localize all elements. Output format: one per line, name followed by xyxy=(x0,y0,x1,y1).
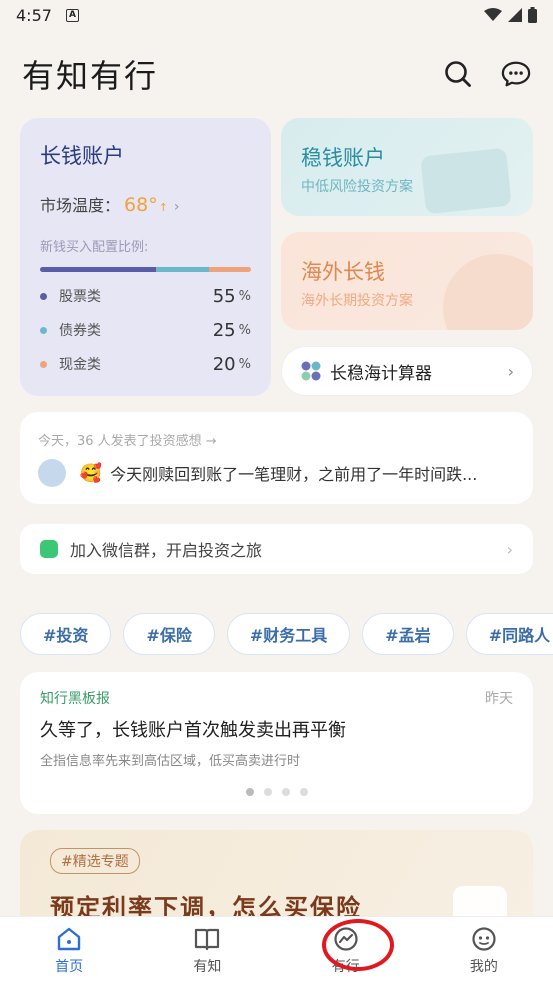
overseas-account-subtitle: 海外长期投资方案 xyxy=(301,293,413,309)
tab-label: 首页 xyxy=(55,958,84,975)
featured-topic-badge: #精选专题 xyxy=(50,848,140,874)
battery-icon xyxy=(528,7,537,23)
carousel-dot[interactable] xyxy=(281,788,290,796)
tag-invest[interactable]: #投资 xyxy=(20,613,112,655)
temperature-up-arrow-icon: ↑ xyxy=(158,201,168,214)
blackboard-date: 昨天 xyxy=(485,691,513,707)
cash-dot-icon xyxy=(40,360,47,368)
overseas-account-title: 海外长钱 xyxy=(301,260,385,284)
blackboard-category: 知行黑板报 xyxy=(40,691,110,707)
allocation-label: 现金类 xyxy=(59,357,101,373)
long-account-title: 长钱账户 xyxy=(40,144,124,168)
chevron-right-icon: › xyxy=(173,199,180,215)
chevron-right-icon: › xyxy=(506,539,513,559)
stable-account-subtitle: 中低风险投资方案 xyxy=(301,179,413,195)
allocation-row-bonds: 债券类 25 % xyxy=(40,319,251,341)
blackboard-header: 知行黑板报 昨天 xyxy=(40,688,513,708)
allocation-unit: % xyxy=(238,288,251,304)
header-actions xyxy=(443,59,531,89)
tag-finance-tools[interactable]: #财务工具 xyxy=(226,613,351,655)
tab-label: 我的 xyxy=(469,958,498,975)
allocation-unit: % xyxy=(238,356,251,372)
topic-tags: #投资 #保险 #财务工具 #孟岩 #同路人 xyxy=(20,613,553,657)
status-bar: 4:57 A xyxy=(0,0,553,30)
carousel-dot[interactable] xyxy=(263,788,272,796)
carousel-dots xyxy=(20,788,533,796)
app-header: 有知有行 xyxy=(0,44,553,104)
book-icon xyxy=(195,928,220,950)
trend-icon xyxy=(334,926,358,951)
long-account-card[interactable]: 长钱账户 市场温度： 68° ↑ › 新钱买入配置比例: 股票类 55 % 债券… xyxy=(20,118,271,396)
bonds-dot-icon xyxy=(40,326,47,334)
allocation-label: 股票类 xyxy=(59,289,101,305)
allocation-bar-bonds xyxy=(156,267,209,272)
tab-home[interactable]: 首页 xyxy=(0,917,138,984)
stable-account-card[interactable]: 稳钱账户 中低风险投资方案 xyxy=(281,118,533,216)
page-title: 有知有行 xyxy=(22,57,159,95)
feed-post[interactable]: 🥰 今天刚赎回到账了一笔理财，之前用了一年时间跌... xyxy=(38,459,515,487)
signal-icon xyxy=(508,8,522,22)
notification-icon: A xyxy=(65,8,79,22)
allocation-row-stocks: 股票类 55 % xyxy=(40,285,251,307)
calculator-button[interactable]: 长稳海计算器 › xyxy=(281,346,533,396)
allocation-pct: 55 xyxy=(212,285,236,307)
home-icon xyxy=(57,927,81,950)
tab-knowledge[interactable]: 有知 xyxy=(138,917,276,984)
blackboard-card[interactable]: 知行黑板报 昨天 久等了，长钱账户首次触发卖出再平衡 全指信息率先来到高估区域，… xyxy=(20,672,533,814)
tab-label: 有行 xyxy=(331,958,360,975)
blackboard-description: 全指信息率先来到高估区域，低买高卖进行时 xyxy=(40,754,301,769)
tag-fellow[interactable]: #同路人 xyxy=(465,613,553,655)
community-feed-card[interactable]: 今天，36 人发表了投资感想 → 🥰 今天刚赎回到账了一笔理财，之前用了一年时间… xyxy=(20,412,533,504)
allocation-bar-cash xyxy=(208,267,251,272)
tag-mengyan[interactable]: #孟岩 xyxy=(362,613,454,655)
calculator-dots-icon xyxy=(301,361,321,381)
market-temperature-value: 68° xyxy=(124,194,158,216)
smiling-face-emoji-icon: 🥰 xyxy=(79,462,103,484)
tab-profile[interactable]: 我的 xyxy=(415,917,553,984)
allocation-row-cash: 现金类 20 % xyxy=(40,353,251,375)
overseas-account-card[interactable]: 海外长钱 海外长期投资方案 xyxy=(281,232,533,330)
allocation-bar xyxy=(40,267,251,272)
blackboard-headline: 久等了，长钱账户首次触发卖出再平衡 xyxy=(40,720,346,741)
tab-action[interactable]: 有行 xyxy=(277,917,415,984)
avatar xyxy=(38,459,66,487)
bottom-tab-bar: 首页 有知 有行 我的 xyxy=(0,916,553,984)
messages-button[interactable] xyxy=(501,59,531,89)
tag-insurance[interactable]: #保险 xyxy=(123,613,215,655)
wifi-icon xyxy=(484,8,502,21)
profile-icon xyxy=(472,926,496,951)
search-button[interactable] xyxy=(443,59,473,89)
chevron-right-icon: › xyxy=(507,361,514,381)
allocation-label: 债券类 xyxy=(59,323,101,339)
market-temperature[interactable]: 市场温度： 68° ↑ › xyxy=(40,192,251,216)
chat-bubble-icon xyxy=(501,61,531,87)
wechat-label: 加入微信群，开启投资之旅 xyxy=(70,541,263,560)
allocation-bar-stocks xyxy=(40,267,157,272)
status-time: 4:57 xyxy=(16,5,52,25)
allocation-unit: % xyxy=(238,322,251,338)
calculator-label: 长稳海计算器 xyxy=(330,363,432,384)
allocation-ratio-label: 新钱买入配置比例: xyxy=(40,240,149,255)
market-temperature-label: 市场温度： xyxy=(40,196,121,215)
wechat-icon xyxy=(40,540,58,558)
feed-post-text: 今天刚赎回到账了一笔理财，之前用了一年时间跌... xyxy=(110,465,478,484)
carousel-dot[interactable] xyxy=(245,788,254,796)
featured-topic-card[interactable]: #精选专题 预定利率下调，怎么买保险 xyxy=(20,830,533,930)
tab-label: 有知 xyxy=(193,958,222,975)
status-icons xyxy=(484,7,537,23)
carousel-dot[interactable] xyxy=(299,788,308,796)
feed-meta: 今天，36 人发表了投资感想 → xyxy=(38,434,217,449)
stable-account-title: 稳钱账户 xyxy=(301,146,385,170)
join-wechat-group-button[interactable]: 加入微信群，开启投资之旅 › xyxy=(20,524,533,574)
allocation-pct: 25 xyxy=(212,319,236,341)
allocation-pct: 20 xyxy=(212,353,236,375)
search-icon xyxy=(445,61,471,87)
stocks-dot-icon xyxy=(40,292,47,300)
